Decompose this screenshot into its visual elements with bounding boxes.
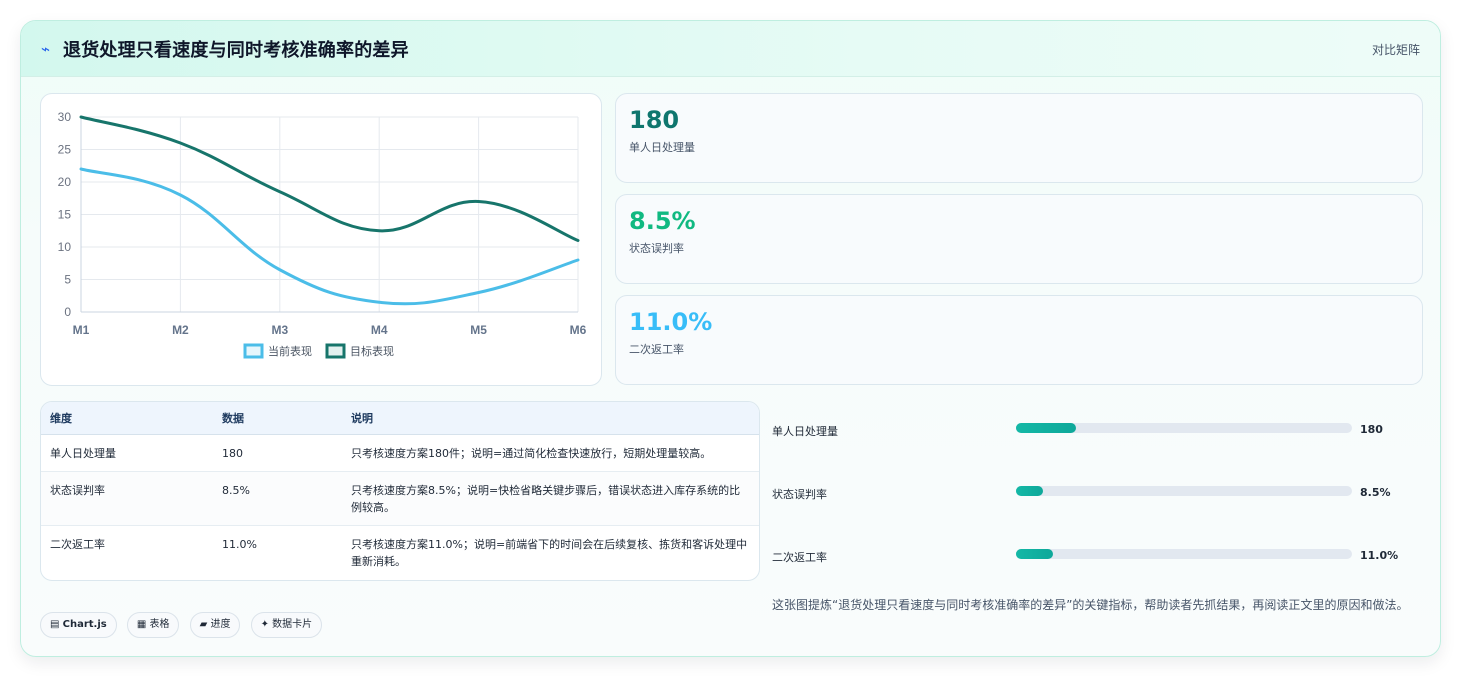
column-header: 说明 — [342, 402, 759, 435]
tag-data-card[interactable]: ✦ 数据卡片 — [250, 612, 323, 638]
progress-label: 单人日处理量 — [772, 425, 838, 438]
y-tick-label: 25 — [58, 143, 72, 157]
series-line-target — [79, 115, 580, 242]
tag-label: 表格 — [149, 619, 170, 630]
legend-label: 目标表现 — [350, 344, 394, 358]
kpi-value: 180 — [629, 106, 680, 134]
comparison-card: ⌁ 退货处理只看速度与同时考核准确率的差异 对比矩阵 0 5 10 15 20 25 30 M… — [20, 20, 1441, 657]
sparkle-icon: ✦ — [260, 619, 269, 630]
kpi-card-misjudge-rate: 8.5% 状态误判率 — [615, 194, 1423, 284]
series-line-current — [79, 167, 580, 306]
table-cell: 只考核速度方案11.0%；说明=前端省下的时间会在后续复核、拣货和客诉处理中重新… — [351, 537, 748, 568]
table-cell: 180 — [213, 434, 342, 472]
table-icon: ▦ — [136, 619, 147, 630]
kpi-card-rework-rate: 11.0% 二次返工率 — [615, 295, 1423, 385]
progress-label: 状态误判率 — [772, 488, 827, 501]
tag-label: 进度 — [210, 619, 231, 630]
tag-label: 数据卡片 — [272, 619, 313, 630]
kpi-label: 二次返工率 — [629, 343, 684, 356]
chart-icon: ▤ — [50, 619, 60, 630]
table-cell: 只考核速度方案8.5%；说明=快检省略关键步骤后，错误状态进入库存系统的比例较高… — [342, 471, 759, 526]
data-table-panel: 维度 数据 说明 单人日处理量 180 只考核速度方案180件；说明=通过简化检… — [40, 401, 760, 581]
x-tick-label: M5 — [470, 323, 487, 337]
y-tick-label: 15 — [58, 208, 72, 222]
tag-progress[interactable]: ▰ 进度 — [189, 612, 241, 638]
chart-description: 这张图提炼“退货处理只看速度与同时考核准确率的差异”的关键指标，帮助读者先抓结果… — [772, 598, 1409, 612]
progress-value: 180 — [1360, 423, 1383, 436]
kpi-value: 8.5% — [629, 207, 696, 235]
column-header: 数据 — [213, 402, 342, 435]
line-chart: 0 5 10 15 20 25 30 M1 M2 M3 M4 M5 M6 当前表现 目标表现 — [58, 110, 587, 359]
x-tick-label: M1 — [73, 323, 90, 337]
table-row: 二次返工率 11.0% 只考核速度方案11.0%；说明=前端省下的时间会在后续复… — [41, 525, 759, 579]
table-cell: 状态误判率 — [41, 471, 213, 526]
y-tick-label: 30 — [58, 110, 72, 124]
progress-label: 二次返工率 — [772, 551, 827, 564]
page-title: 退货处理只看速度与同时考核准确率的差异 — [63, 40, 409, 61]
table-cell: 只考核速度方案180件；说明=通过简化检查快速放行，短期处理量较高。 — [342, 434, 759, 472]
kpi-card-throughput: 180 单人日处理量 — [615, 93, 1423, 183]
progress-fill — [1016, 486, 1043, 496]
line-chart-panel: 0 5 10 15 20 25 30 M1 M2 M3 M4 M5 M6 当前表现 目标表现 — [40, 93, 602, 386]
tag-chartjs[interactable]: ▤ Chart.js — [40, 612, 117, 638]
kpi-label: 单人日处理量 — [629, 141, 695, 154]
progress-icon: ▰ — [199, 619, 208, 630]
table-cell: 二次返工率 — [50, 537, 105, 551]
kpi-label: 状态误判率 — [629, 242, 684, 255]
kpi-value: 11.0% — [629, 308, 713, 336]
x-tick-label: M2 — [172, 323, 189, 337]
table-cell: 8.5% — [213, 471, 342, 526]
progress-track — [1016, 423, 1352, 433]
progress-value: 11.0% — [1360, 549, 1399, 562]
tag-list: ▤ Chart.js ▦ 表格 ▰ 进度 ✦ 数据卡片 — [40, 612, 327, 638]
progress-row: 状态误判率 8.5% — [772, 484, 1412, 504]
progress-row: 单人日处理量 180 — [772, 421, 1412, 441]
progress-track — [1016, 549, 1352, 559]
progress-track — [1016, 486, 1352, 496]
data-table: 维度 数据 说明 单人日处理量 180 只考核速度方案180件；说明=通过简化检… — [41, 402, 759, 579]
tag-table[interactable]: ▦ 表格 — [126, 612, 180, 638]
pulse-icon: ⌁ — [41, 40, 51, 58]
table-cell: 11.0% — [222, 537, 257, 551]
y-tick-label: 10 — [58, 240, 72, 254]
comparison-matrix-link[interactable]: 对比矩阵 — [1372, 41, 1420, 58]
y-tick-label: 20 — [58, 175, 72, 189]
progress-value: 8.5% — [1360, 486, 1391, 499]
legend-label: 当前表现 — [268, 344, 312, 358]
table-cell: 单人日处理量 — [41, 434, 213, 472]
progress-fill — [1016, 549, 1053, 559]
table-header-row: 维度 数据 说明 — [41, 402, 759, 435]
table-row: 单人日处理量 180 只考核速度方案180件；说明=通过简化检查快速放行，短期处… — [41, 434, 759, 472]
column-header: 维度 — [41, 402, 213, 435]
x-tick-label: M3 — [271, 323, 288, 337]
y-tick-label: 0 — [64, 305, 71, 319]
legend-swatch — [243, 343, 264, 359]
progress-row: 二次返工率 11.0% — [772, 547, 1412, 567]
progress-fill — [1016, 423, 1077, 433]
legend-swatch — [325, 343, 346, 359]
y-tick-label: 5 — [64, 273, 71, 287]
x-tick-label: M6 — [570, 323, 587, 337]
tag-label: Chart.js — [62, 619, 107, 630]
table-row: 状态误判率 8.5% 只考核速度方案8.5%；说明=快检省略关键步骤后，错误状态… — [41, 471, 759, 526]
card-header: ⌁ 退货处理只看速度与同时考核准确率的差异 对比矩阵 — [21, 21, 1440, 77]
x-tick-label: M4 — [371, 323, 388, 337]
